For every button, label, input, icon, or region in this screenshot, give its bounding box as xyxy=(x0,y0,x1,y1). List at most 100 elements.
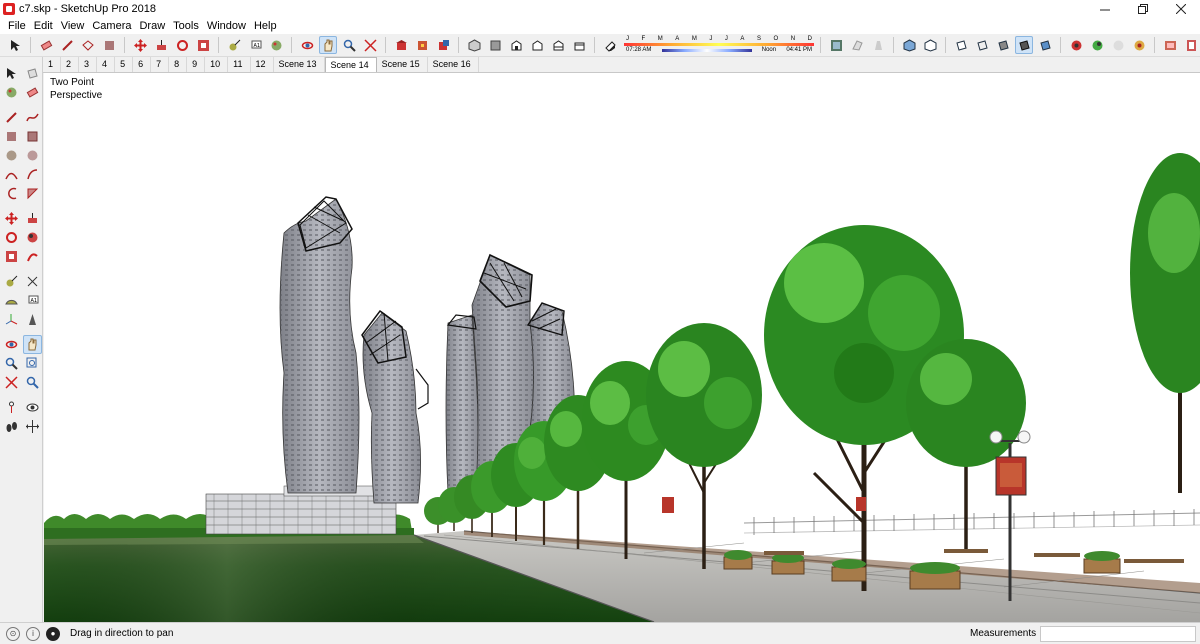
model-info-button[interactable] xyxy=(827,36,845,54)
text-tool[interactable]: A1 xyxy=(23,291,42,310)
rectangle-tool[interactable] xyxy=(2,127,21,146)
scene-tab[interactable]: 6 xyxy=(133,57,152,72)
scene-tab[interactable]: 7 xyxy=(151,57,170,72)
circle-tool[interactable] xyxy=(2,146,21,165)
scene-tab[interactable]: Scene 13 xyxy=(274,57,325,72)
paint-bucket-button[interactable] xyxy=(267,36,285,54)
walk-tool[interactable] xyxy=(2,417,21,436)
restore-button[interactable] xyxy=(1124,0,1162,18)
menu-draw[interactable]: Draw xyxy=(135,20,169,32)
offset-tool[interactable] xyxy=(23,247,42,266)
scene-tab[interactable]: 10 xyxy=(205,57,229,72)
measurements-input[interactable] xyxy=(1040,626,1196,642)
scene-tab[interactable]: Scene 15 xyxy=(377,57,428,72)
move-tool-button[interactable] xyxy=(131,36,149,54)
position-camera-tool[interactable] xyxy=(2,398,21,417)
orbit-tool-button[interactable] xyxy=(298,36,316,54)
rotated-rectangle-tool[interactable] xyxy=(23,127,42,146)
shadows-toggle-button[interactable] xyxy=(601,36,619,54)
menu-help[interactable]: Help xyxy=(250,20,281,32)
close-button[interactable] xyxy=(1162,0,1200,18)
textured-style-button[interactable] xyxy=(973,36,991,54)
minimize-button[interactable] xyxy=(1086,0,1124,18)
scene-tab[interactable]: 1 xyxy=(43,57,62,72)
pan-tool[interactable] xyxy=(23,335,42,354)
solid-tools-button[interactable] xyxy=(1088,36,1106,54)
extension-warehouse-button[interactable] xyxy=(413,36,431,54)
menu-edit[interactable]: Edit xyxy=(30,20,57,32)
credits-icon[interactable]: i xyxy=(26,626,40,641)
geo-location-icon[interactable]: ⊙ xyxy=(6,626,20,641)
paint-tool-button[interactable] xyxy=(100,36,118,54)
paint-bucket-tool[interactable] xyxy=(2,83,21,102)
layout-button[interactable] xyxy=(1161,36,1179,54)
axes-tool[interactable] xyxy=(2,310,21,329)
scene-tab[interactable]: 12 xyxy=(251,57,274,72)
scene-tab[interactable]: 2 xyxy=(61,57,80,72)
eraser-tool-button[interactable] xyxy=(37,36,55,54)
follow-me-tool[interactable] xyxy=(23,228,42,247)
menu-camera[interactable]: Camera xyxy=(88,20,135,32)
top-view-button[interactable] xyxy=(486,36,504,54)
style-builder-button[interactable] xyxy=(1182,36,1200,54)
dynamic-components-button[interactable] xyxy=(1130,36,1148,54)
zoom-tool[interactable] xyxy=(2,354,21,373)
two-point-arc-tool[interactable] xyxy=(23,165,42,184)
arc-tool[interactable] xyxy=(2,165,21,184)
components-button[interactable] xyxy=(434,36,452,54)
warehouse-button[interactable] xyxy=(392,36,410,54)
sandbox-button[interactable] xyxy=(1067,36,1085,54)
tape-measure-tool[interactable] xyxy=(2,272,21,291)
time-slider[interactable] xyxy=(661,48,752,52)
menu-window[interactable]: Window xyxy=(203,20,250,32)
pencil-tool-button[interactable] xyxy=(58,36,76,54)
pie-tool[interactable] xyxy=(23,184,42,203)
orbit-tool[interactable] xyxy=(2,335,21,354)
rotate-tool[interactable] xyxy=(2,228,21,247)
shaded-textures-style-button[interactable] xyxy=(1015,36,1033,54)
zoom-window-tool[interactable] xyxy=(23,354,42,373)
monochrome-style-button[interactable] xyxy=(994,36,1012,54)
standard-views-button[interactable] xyxy=(465,36,483,54)
scene-tab[interactable]: 8 xyxy=(169,57,188,72)
xray-button[interactable] xyxy=(848,36,866,54)
back-edges-button[interactable] xyxy=(869,36,887,54)
model-viewport[interactable]: Two Point Perspective xyxy=(44,73,1200,622)
wireframe-style-button[interactable] xyxy=(900,36,918,54)
scene-tab[interactable]: 5 xyxy=(115,57,134,72)
3d-text-tool[interactable] xyxy=(23,310,42,329)
make-component-tool[interactable] xyxy=(23,64,42,83)
zoom-tool-button[interactable] xyxy=(340,36,358,54)
scene-tab[interactable]: 4 xyxy=(97,57,116,72)
left-view-button[interactable] xyxy=(570,36,588,54)
move-tool[interactable] xyxy=(2,209,21,228)
scene-tab[interactable]: 11 xyxy=(228,57,251,72)
select-tool-button[interactable] xyxy=(6,36,24,54)
section-button[interactable] xyxy=(1109,36,1127,54)
tape-tool-button[interactable] xyxy=(225,36,243,54)
zoom-extents-button[interactable] xyxy=(361,36,379,54)
section-plane-tool[interactable] xyxy=(23,417,42,436)
push-pull-tool-button[interactable] xyxy=(152,36,170,54)
protractor-tool[interactable] xyxy=(2,291,21,310)
three-point-arc-tool[interactable] xyxy=(2,184,21,203)
menu-view[interactable]: View xyxy=(57,20,89,32)
freehand-tool[interactable] xyxy=(23,108,42,127)
month-slider[interactable] xyxy=(624,43,814,46)
previous-view-tool[interactable] xyxy=(23,373,42,392)
pan-tool-button[interactable] xyxy=(319,36,337,54)
line-tool[interactable] xyxy=(2,108,21,127)
scene-tab[interactable]: 3 xyxy=(79,57,98,72)
offset-tool-button[interactable] xyxy=(194,36,212,54)
polygon-tool[interactable] xyxy=(23,146,42,165)
dimension-tool[interactable] xyxy=(23,272,42,291)
look-around-tool[interactable] xyxy=(23,398,42,417)
zoom-extents-tool[interactable] xyxy=(2,373,21,392)
scale-tool[interactable] xyxy=(2,247,21,266)
scene-tab[interactable]: 9 xyxy=(187,57,206,72)
right-view-button[interactable] xyxy=(528,36,546,54)
select-tool[interactable] xyxy=(2,64,21,83)
menu-tools[interactable]: Tools xyxy=(169,20,203,32)
front-view-button[interactable] xyxy=(507,36,525,54)
shape-tool-button[interactable] xyxy=(79,36,97,54)
